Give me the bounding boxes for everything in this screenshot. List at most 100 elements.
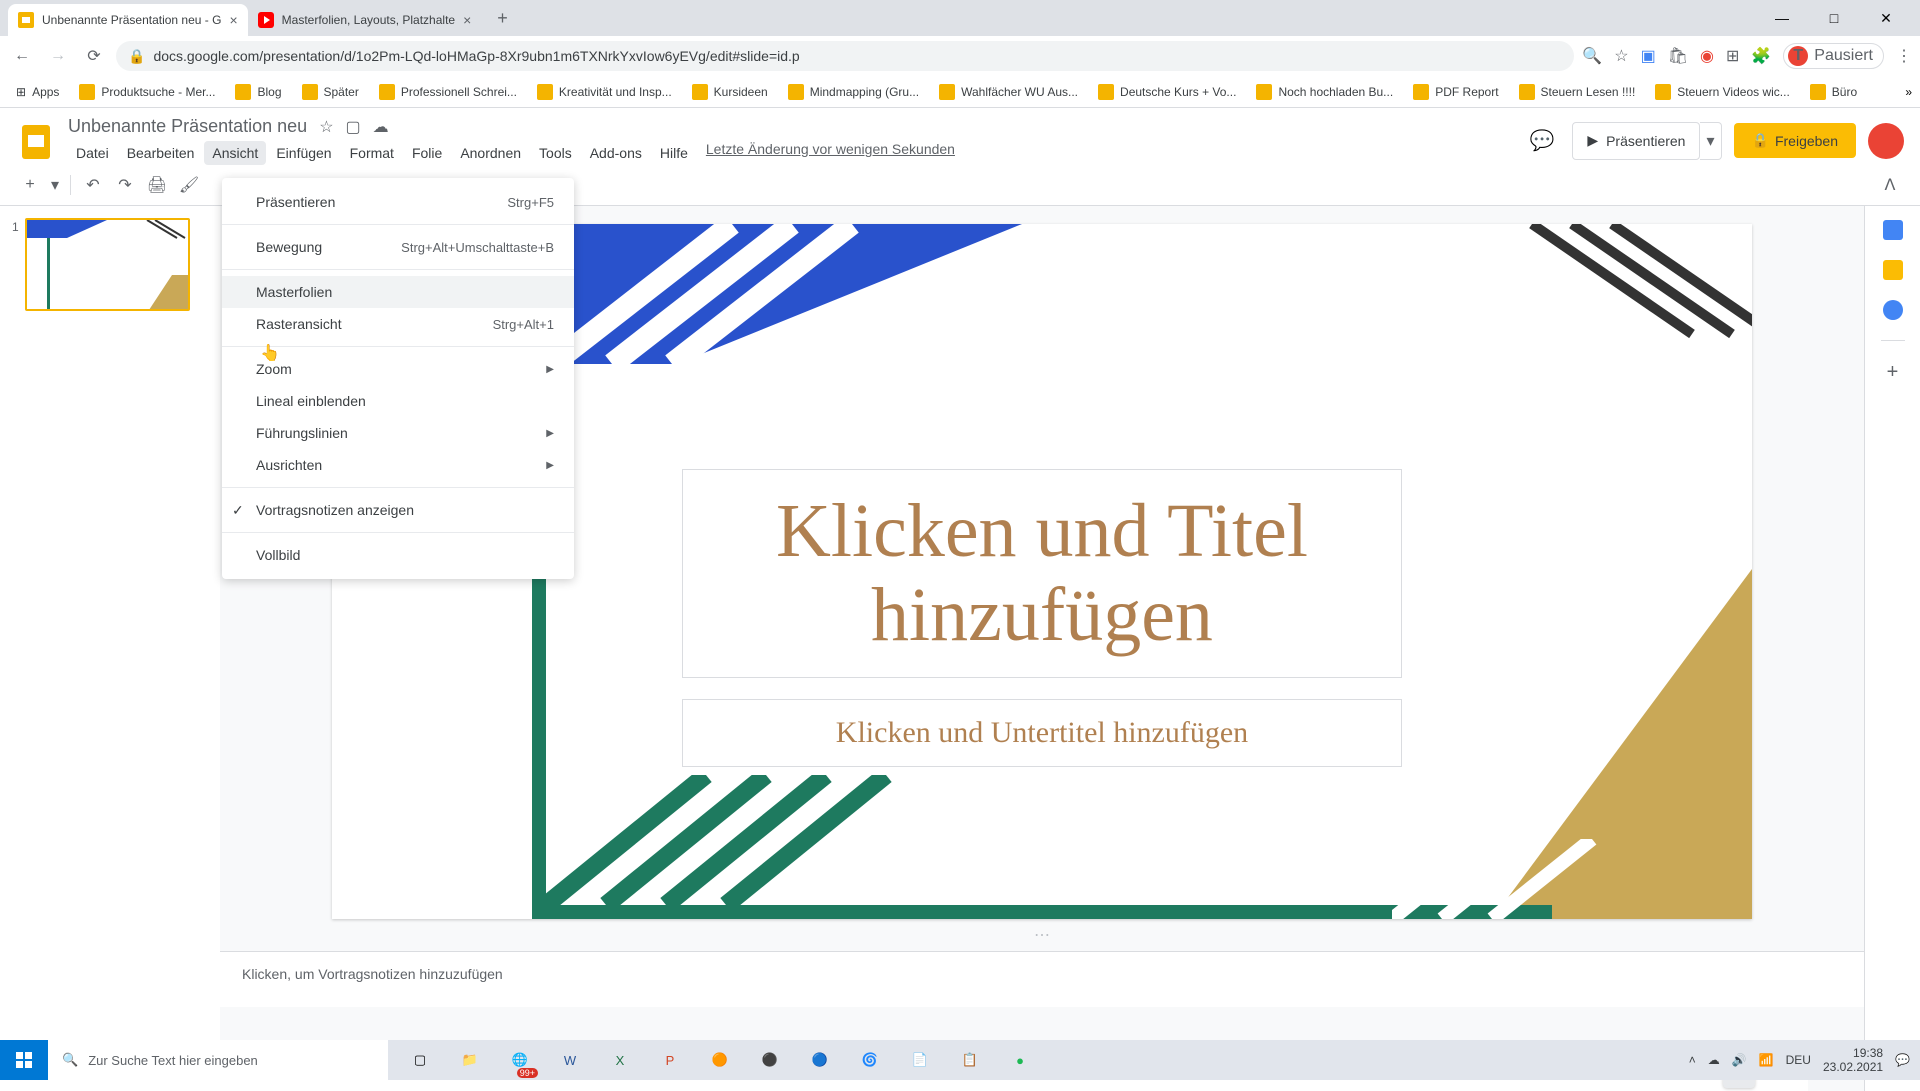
bookmark-item[interactable]: Deutsche Kurs + Vo... [1090,80,1244,104]
menu-datei[interactable]: Datei [68,141,117,165]
app-icon[interactable]: 📄 [896,1040,944,1080]
cloud-icon[interactable]: ☁ [1708,1053,1720,1067]
new-tab-button[interactable]: + [489,4,516,33]
minimize-icon[interactable]: — [1764,10,1800,27]
resize-handle[interactable]: ⋯ [220,919,1864,951]
close-icon[interactable]: × [463,12,471,28]
menu-item-fuehrungslinien[interactable]: Führungslinien ▶ [222,417,574,449]
last-edit-link[interactable]: Letzte Änderung vor wenigen Sekunden [706,141,955,165]
collapse-icon[interactable]: ᐱ [1876,171,1904,199]
edge-icon[interactable]: 🌀 [846,1040,894,1080]
menu-einfuegen[interactable]: Einfügen [268,141,339,165]
menu-item-vortragsnotizen[interactable]: ✓ Vortragsnotizen anzeigen [222,494,574,526]
notifications-icon[interactable]: 💬 [1895,1053,1910,1067]
speaker-notes[interactable]: Klicken, um Vortragsnotizen hinzuzufügen [220,951,1864,1007]
menu-addons[interactable]: Add-ons [582,141,650,165]
slide-thumbnail[interactable] [25,218,190,311]
paint-format-button[interactable]: 🖌 [175,171,203,199]
zoom-icon[interactable]: 🔍 [1582,46,1602,66]
bookmark-item[interactable]: PDF Report [1405,80,1506,104]
menu-tools[interactable]: Tools [531,141,580,165]
bookmark-item[interactable]: Später [294,80,367,104]
extension-icon[interactable]: 🛍 [1668,46,1688,66]
subtitle-placeholder[interactable]: Klicken und Untertitel hinzufügen [682,699,1402,767]
present-button[interactable]: ▶ Präsentieren [1572,122,1700,160]
profile-button[interactable]: T Pausiert [1783,43,1884,69]
menu-item-rasteransicht[interactable]: Rasteransicht Strg+Alt+1 [222,308,574,340]
volume-icon[interactable]: 🔊 [1732,1053,1747,1067]
menu-ansicht[interactable]: Ansicht [204,141,266,165]
tasks-icon[interactable] [1883,300,1903,320]
spotify-icon[interactable]: ● [996,1040,1044,1080]
redo-button[interactable]: ↷ [111,171,139,199]
bookmark-item[interactable]: Steuern Lesen !!!! [1511,80,1644,104]
menu-item-vollbild[interactable]: Vollbild [222,539,574,571]
clock[interactable]: 19:38 23.02.2021 [1823,1046,1883,1075]
bookmark-item[interactable]: Noch hochladen Bu... [1248,80,1401,104]
bookmark-item[interactable]: Kreativität und Insp... [529,80,680,104]
star-icon[interactable]: ☆ [319,117,333,137]
doc-title[interactable]: Unbenannte Präsentation neu [68,116,307,137]
profile-avatar[interactable] [1868,123,1904,159]
browser-tab-inactive[interactable]: Masterfolien, Layouts, Platzhalte × [248,4,482,36]
menu-anordnen[interactable]: Anordnen [452,141,529,165]
extension-icon[interactable]: ◉ [1700,46,1714,66]
apps-button[interactable]: ⊞Apps [8,81,67,103]
search-input[interactable]: 🔍 Zur Suche Text hier eingeben [48,1040,388,1080]
comments-icon[interactable]: 💬 [1524,123,1560,159]
task-view-icon[interactable]: ▢ [396,1040,444,1080]
excel-icon[interactable]: X [596,1040,644,1080]
print-button[interactable]: 🖨 [143,171,171,199]
maximize-icon[interactable]: □ [1816,10,1852,27]
bookmark-item[interactable]: Kursideen [684,80,776,104]
menu-item-bewegung[interactable]: Bewegung Strg+Alt+Umschalttaste+B [222,231,574,263]
bookmark-item[interactable]: Professionell Schrei... [371,80,525,104]
bookmark-item[interactable]: Wahlfächer WU Aus... [931,80,1086,104]
url-input[interactable]: 🔒 docs.google.com/presentation/d/1o2Pm-L… [116,41,1574,71]
keep-icon[interactable] [1883,260,1903,280]
move-icon[interactable]: ▢ [346,117,361,137]
start-button[interactable] [0,1040,48,1080]
menu-item-praesentieren[interactable]: Präsentieren Strg+F5 [222,186,574,218]
puzzle-icon[interactable]: 🧩 [1751,46,1771,66]
title-placeholder[interactable]: Klicken und Titel hinzufügen [682,469,1402,678]
extension-icon[interactable]: ⊞ [1726,46,1739,66]
language-indicator[interactable]: DEU [1786,1053,1811,1067]
star-icon[interactable]: ☆ [1614,46,1628,66]
bookmarks-overflow[interactable]: » [1905,85,1912,99]
menu-folie[interactable]: Folie [404,141,450,165]
bookmark-item[interactable]: Büro [1802,80,1865,104]
slides-logo-icon[interactable] [16,121,56,161]
present-dropdown-button[interactable]: ▾ [1700,122,1721,160]
reload-button[interactable]: ⟳ [80,42,108,70]
bookmark-item[interactable]: Steuern Videos wic... [1647,80,1798,104]
bookmark-item[interactable]: Blog [227,80,289,104]
cloud-icon[interactable]: ☁ [373,117,389,137]
obs-icon[interactable]: ⚫ [746,1040,794,1080]
new-slide-dropdown[interactable]: ▾ [48,171,62,199]
bookmark-item[interactable]: Mindmapping (Gru... [780,80,927,104]
app-icon[interactable]: 🟠 [696,1040,744,1080]
app-icon[interactable]: 📋 [946,1040,994,1080]
word-icon[interactable]: W [546,1040,594,1080]
new-slide-button[interactable]: + [16,171,44,199]
add-icon[interactable]: + [1887,361,1899,384]
powerpoint-icon[interactable]: P [646,1040,694,1080]
calendar-icon[interactable] [1883,220,1903,240]
back-button[interactable]: ← [8,42,36,70]
bookmark-item[interactable]: Produktsuche - Mer... [71,80,223,104]
menu-item-masterfolien[interactable]: Masterfolien [222,276,574,308]
menu-icon[interactable]: ⋮ [1896,46,1912,66]
extension-icon[interactable]: ▣ [1641,46,1656,66]
menu-format[interactable]: Format [342,141,402,165]
edge-icon[interactable]: 🌐99+ [496,1040,544,1080]
tray-chevron-icon[interactable]: ˄ [1689,1053,1696,1067]
file-explorer-icon[interactable]: 📁 [446,1040,494,1080]
menu-hilfe[interactable]: Hilfe [652,141,696,165]
chrome-icon[interactable]: 🔵 [796,1040,844,1080]
browser-tab-active[interactable]: Unbenannte Präsentation neu - G × [8,4,248,36]
menu-item-ausrichten[interactable]: Ausrichten ▶ [222,449,574,481]
wifi-icon[interactable]: 📶 [1759,1053,1774,1067]
menu-item-lineal[interactable]: Lineal einblenden [222,385,574,417]
close-icon[interactable]: × [229,12,237,28]
